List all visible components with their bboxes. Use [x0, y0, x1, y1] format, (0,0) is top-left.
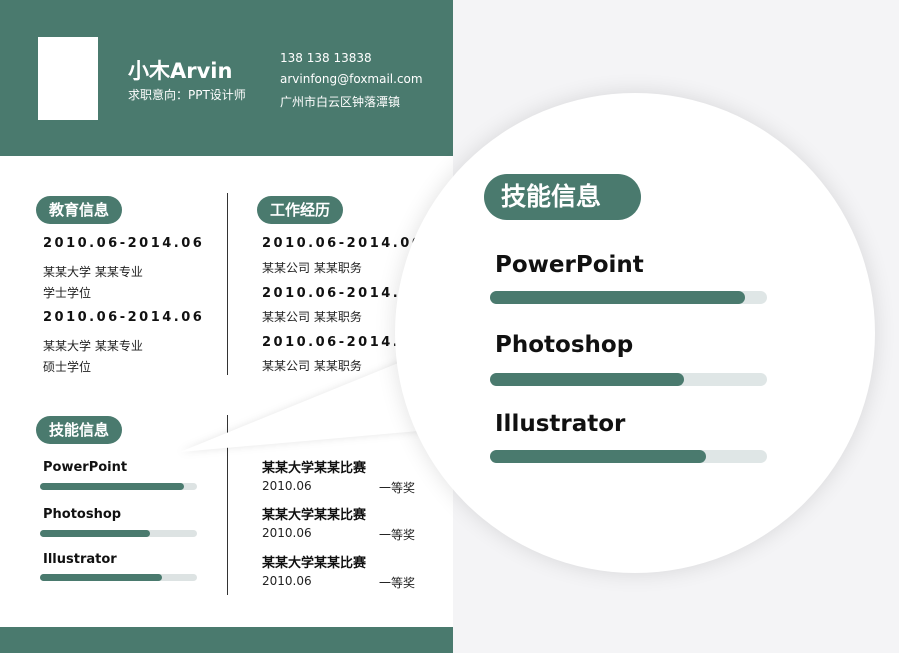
zoom-skill-name: Photoshop [495, 332, 634, 358]
zoom-skill-bar [490, 373, 767, 386]
zoom-callout: 技能信息 PowerPoint Photoshop Illustrator [395, 93, 875, 573]
zoom-skill-name: Illustrator [495, 411, 626, 437]
zoom-skill-bar [490, 450, 767, 463]
zoom-skill-bar-fill [490, 450, 707, 463]
zoom-skill-bar-fill [490, 373, 684, 386]
zoom-skill-bar-fill [490, 291, 745, 304]
zoom-skills-heading: 技能信息 [484, 174, 642, 220]
zoom-skill-bar [490, 291, 767, 304]
zoom-skill-name: PowerPoint [495, 252, 644, 278]
